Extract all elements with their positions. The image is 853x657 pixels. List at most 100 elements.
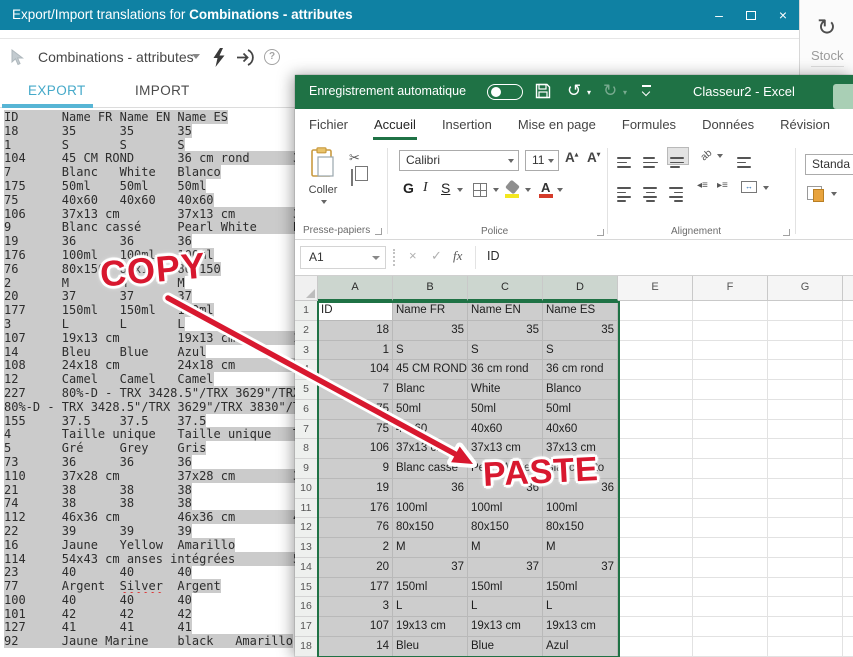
cell-E3[interactable] (618, 341, 693, 361)
cell-A9[interactable]: 9 (318, 459, 393, 479)
cell-F8[interactable] (693, 439, 768, 459)
cell-G18[interactable] (768, 637, 843, 657)
cell-A11[interactable]: 176 (318, 499, 393, 519)
tab-export[interactable]: EXPORT (28, 83, 86, 98)
cell-E15[interactable] (618, 578, 693, 598)
ribbon-tab-insertion[interactable]: Insertion (429, 109, 505, 142)
cell-F5[interactable] (693, 380, 768, 400)
cell-A15[interactable]: 177 (318, 578, 393, 598)
cell-A14[interactable]: 20 (318, 558, 393, 578)
titlebar-search-stub[interactable] (833, 84, 853, 109)
column-header-b[interactable]: B (393, 276, 468, 301)
cell-E1[interactable] (618, 301, 693, 321)
cell-A12[interactable]: 76 (318, 518, 393, 538)
cell-D7[interactable]: 40x60 (543, 420, 618, 440)
cell-G5[interactable] (768, 380, 843, 400)
cell-C12[interactable]: 80x150 (468, 518, 543, 538)
cell-E9[interactable] (618, 459, 693, 479)
cell-E12[interactable] (618, 518, 693, 538)
cell-D12[interactable]: 80x150 (543, 518, 618, 538)
cell-B5[interactable]: Blanc (393, 380, 468, 400)
cell-F14[interactable] (693, 558, 768, 578)
name-box[interactable]: A1 (300, 246, 386, 269)
cell-G6[interactable] (768, 400, 843, 420)
insert-function-icon[interactable]: fx (453, 248, 462, 264)
cell-D18[interactable]: Azul (543, 637, 618, 657)
cell-D8[interactable]: 37x13 cm (543, 439, 618, 459)
cancel-entry-icon[interactable]: × (409, 248, 417, 263)
align-left-icon[interactable] (615, 178, 637, 196)
cell-C17[interactable]: 19x13 cm (468, 617, 543, 637)
increase-indent-icon[interactable]: ▸≡ (717, 180, 728, 191)
cell-E2[interactable] (618, 321, 693, 341)
cell-G7[interactable] (768, 420, 843, 440)
cell-E17[interactable] (618, 617, 693, 637)
cell-C14[interactable]: 37 (468, 558, 543, 578)
font-dialog-launcher[interactable] (597, 229, 604, 236)
row-header-17[interactable]: 17 (295, 617, 318, 637)
formula-bar-handle[interactable] (393, 249, 395, 266)
font-name-select[interactable]: Calibri (399, 150, 519, 171)
cell-C18[interactable]: Blue (468, 637, 543, 657)
cell-C5[interactable]: White (468, 380, 543, 400)
column-header-a[interactable]: A (318, 276, 393, 301)
column-header-d[interactable]: D (543, 276, 618, 301)
borders-icon[interactable] (473, 183, 487, 197)
cell-F7[interactable] (693, 420, 768, 440)
cell-C13[interactable]: M (468, 538, 543, 558)
cell-B15[interactable]: 150ml (393, 578, 468, 598)
row-header-15[interactable]: 15 (295, 578, 318, 598)
cell-D2[interactable]: 35 (543, 321, 618, 341)
merge-caret-icon[interactable] (763, 186, 769, 190)
column-header-f[interactable]: F (693, 276, 768, 301)
align-center-icon[interactable] (641, 178, 663, 196)
close-button[interactable]: × (775, 7, 791, 23)
cell-G10[interactable] (768, 479, 843, 499)
cell-F17[interactable] (693, 617, 768, 637)
cell-C4[interactable]: 36 cm rond (468, 360, 543, 380)
column-header-c[interactable]: C (468, 276, 543, 301)
cell-B8[interactable]: 37x13 cm (393, 439, 468, 459)
export-arrow-icon[interactable] (236, 49, 256, 66)
ribbon-tab-accueil[interactable]: Accueil (361, 109, 429, 142)
cell-A3[interactable]: 1 (318, 341, 393, 361)
cell-D3[interactable]: S (543, 341, 618, 361)
cell-E13[interactable] (618, 538, 693, 558)
row-header-16[interactable]: 16 (295, 597, 318, 617)
cell-D15[interactable]: 150ml (543, 578, 618, 598)
column-header-g[interactable]: G (768, 276, 843, 301)
cell-E6[interactable] (618, 400, 693, 420)
chevron-down-icon[interactable] (192, 54, 200, 59)
cell-G3[interactable] (768, 341, 843, 361)
cell-A18[interactable]: 14 (318, 637, 393, 657)
cell-D9[interactable]: Blanco roto (543, 459, 618, 479)
ribbon-tab-données[interactable]: Données (689, 109, 767, 142)
cell-B2[interactable]: 35 (393, 321, 468, 341)
bold-button[interactable]: G (403, 180, 414, 196)
cell-B10[interactable]: 36 (393, 479, 468, 499)
cell-G9[interactable] (768, 459, 843, 479)
ribbon-tab-révision[interactable]: Révision (767, 109, 843, 142)
row-header-1[interactable]: 1 (295, 301, 318, 321)
cell-C7[interactable]: 40x60 (468, 420, 543, 440)
cell-D6[interactable]: 50ml (543, 400, 618, 420)
cell-D10[interactable]: 36 (543, 479, 618, 499)
borders-caret-icon[interactable] (493, 188, 499, 192)
undo-caret-icon[interactable]: ▾ (587, 88, 591, 97)
cell-C2[interactable]: 35 (468, 321, 543, 341)
cell-B4[interactable]: 45 CM ROND (393, 360, 468, 380)
cell-A13[interactable]: 2 (318, 538, 393, 558)
cell-A6[interactable]: 175 (318, 400, 393, 420)
cell-D1[interactable]: Name ES (543, 301, 618, 321)
row-header-8[interactable]: 8 (295, 439, 318, 459)
align-bottom-icon[interactable] (667, 147, 689, 165)
cell-D16[interactable]: L (543, 597, 618, 617)
cell-G8[interactable] (768, 439, 843, 459)
cell-F16[interactable] (693, 597, 768, 617)
orientation-icon[interactable]: ab (699, 148, 715, 164)
decrease-font-icon[interactable]: A▾ (587, 150, 600, 165)
cell-D13[interactable]: M (543, 538, 618, 558)
minimize-button[interactable]: – (711, 7, 727, 23)
row-header-18[interactable]: 18 (295, 637, 318, 657)
copy-icon[interactable] (349, 170, 383, 190)
